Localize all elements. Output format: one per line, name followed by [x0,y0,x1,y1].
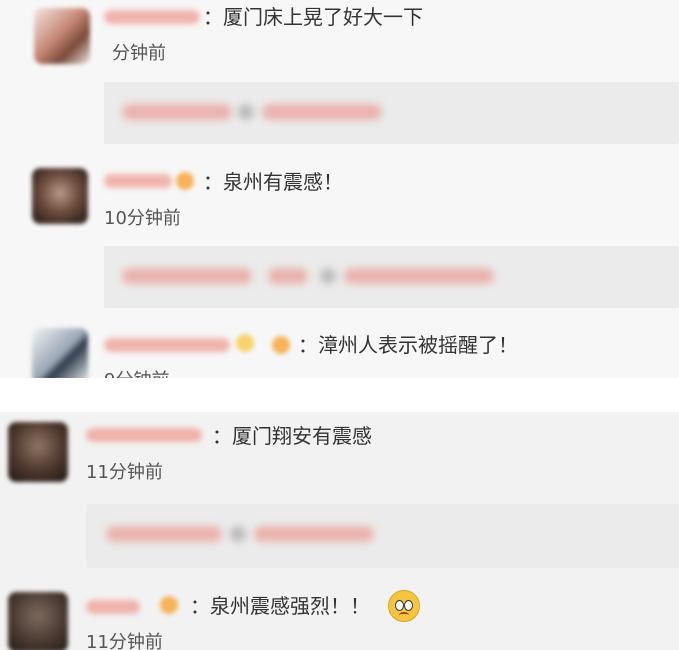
crying-face-icon [388,590,420,622]
username-blurred[interactable] [86,428,202,442]
reply-text-blurred [254,526,374,542]
reply-box [104,246,679,308]
comment-time: 9分钟前 [104,370,169,378]
username-blurred[interactable] [104,10,200,24]
comment-text: ：厦门床上晃了好大一下 [203,5,423,29]
reply-text-blurred [106,526,222,542]
username-blurred[interactable] [104,174,172,188]
reply-text-blurred [344,268,494,284]
reply-text-blurred [122,268,252,284]
comment-item: ：厦门翔安有震感 11分钟前 [0,412,679,582]
comment-text: ：泉州震感强烈！！ [190,594,370,618]
reply-text-blurred [262,104,382,120]
comment-time: 11分钟前 [86,462,163,483]
comment-text: ：漳州人表示被摇醒了！ [298,333,518,357]
avatar[interactable] [32,328,88,378]
emoji-icon [272,336,290,354]
avatar[interactable] [34,8,90,64]
comment-item: ：泉州震感强烈！！ 11分钟前 [0,582,679,650]
avatar[interactable] [32,168,88,224]
reply-box [86,504,679,568]
reply-emoji-blurred [238,104,254,120]
comment-time: 10分钟前 [104,208,181,229]
comment-time: 11分钟前 [86,632,163,650]
comment-item: ：厦门床上晃了好大一下 分钟前 [0,0,679,160]
username-blurred[interactable] [86,600,140,614]
emoji-icon [160,596,178,614]
comment-time: 分钟前 [112,43,166,64]
emoji-icon [236,334,254,352]
comment-panel-bottom: ：厦门翔安有震感 11分钟前 ：泉州震感强烈！！ 11分钟前 [0,412,679,650]
comment-item: ：泉州有震感！ 10分钟前 [0,160,679,320]
reply-box [104,82,679,144]
emoji-icon [176,172,194,190]
username-blurred[interactable] [104,338,230,352]
reply-emoji-blurred [230,526,246,542]
avatar[interactable] [8,592,68,650]
screenshot-divider [0,378,679,412]
comment-panel-top: ：厦门床上晃了好大一下 分钟前 ：泉州有震感！ 10分钟前 ：漳州人表示被摇醒了… [0,0,679,378]
comment-text: ：泉州有震感！ [203,170,343,194]
avatar[interactable] [8,422,68,482]
comment-item: ：漳州人表示被摇醒了！ 9分钟前 [0,320,679,378]
reply-text-blurred [268,268,308,284]
comment-text: ：厦门翔安有震感 [212,424,372,448]
reply-text-blurred [122,104,232,120]
reply-emoji-blurred [320,268,336,284]
